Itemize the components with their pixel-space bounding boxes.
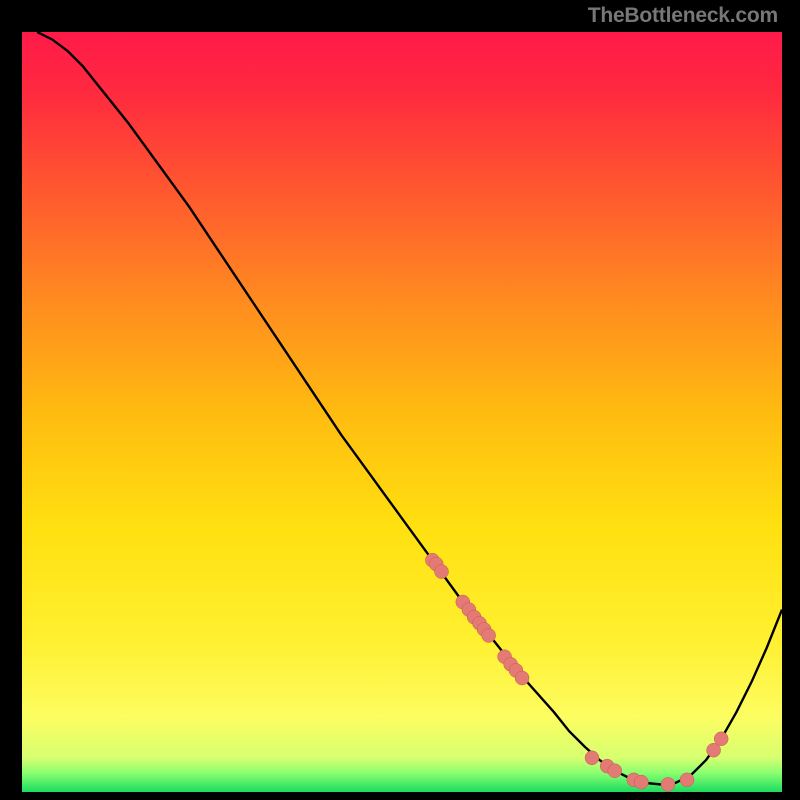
data-marker xyxy=(714,732,728,746)
watermark-label: TheBottleneck.com xyxy=(588,4,778,28)
data-marker xyxy=(482,628,496,642)
data-marker xyxy=(515,671,529,685)
data-marker xyxy=(634,775,648,789)
data-marker xyxy=(585,751,599,765)
data-marker xyxy=(680,773,694,787)
gradient-fill xyxy=(22,32,782,792)
data-marker xyxy=(661,777,675,791)
data-marker xyxy=(435,565,449,579)
data-marker xyxy=(608,764,622,778)
chart-svg xyxy=(22,32,782,792)
plot-area xyxy=(20,30,780,790)
chart-container: { "watermark": "TheBottleneck.com", "col… xyxy=(0,0,800,800)
